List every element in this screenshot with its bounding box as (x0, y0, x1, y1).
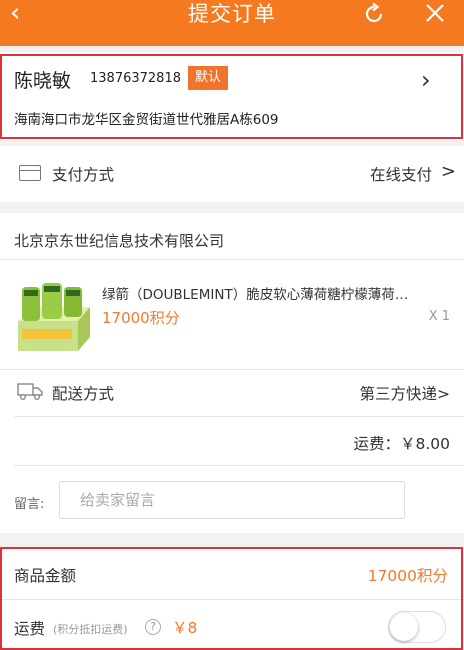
freight-note: (积分抵扣运费) (53, 623, 128, 636)
close-icon[interactable] (423, 2, 447, 26)
divider (14, 465, 464, 466)
shipping-method-label: 配送方式 (52, 385, 115, 403)
freight-fee: 运费：￥8.00 (353, 435, 450, 453)
payment-method-row[interactable]: 支付方式 在线支付 > (0, 146, 464, 202)
default-badge: 默认 (188, 66, 229, 90)
payment-method-value: 在线支付 (369, 166, 432, 184)
card-icon (19, 165, 41, 181)
address-detail: 海南海口市龙华区金贸街道世代雅居A栋609 (14, 112, 279, 128)
order-summary: 商品金额 17000积分 运费 (积分抵扣运费) ? ￥8 (0, 549, 464, 650)
recipient-name: 陈晓敏 (14, 70, 72, 92)
product-name[interactable]: 绿箭（DOUBLEMINT）脆皮软心薄荷糖柠檬薄荷… (102, 283, 447, 303)
product-points: 17000积分 (102, 309, 180, 327)
message-label: 留言: (14, 497, 45, 512)
freight-amount: ￥8 (172, 619, 198, 637)
refresh-icon[interactable] (362, 2, 388, 26)
help-icon[interactable]: ? (145, 619, 161, 635)
toggle-knob (390, 613, 418, 641)
shipping-method-value[interactable]: 第三方快递> (360, 382, 451, 404)
divider (0, 369, 464, 370)
divider (0, 599, 464, 600)
address-card[interactable]: 陈晓敏 13876372818 默认 › 海南海口市龙华区金贸街道世代雅居A栋6… (0, 52, 464, 140)
goods-amount-label: 商品金额 (14, 567, 77, 585)
divider (0, 259, 464, 260)
points-deduct-freight-toggle[interactable] (388, 611, 446, 643)
product-quantity: X 1 (428, 309, 450, 324)
freight-label: 运费 (14, 620, 46, 638)
message-to-seller-input[interactable] (59, 481, 405, 519)
payment-method-label: 支付方式 (52, 166, 115, 184)
product-image[interactable] (12, 277, 92, 357)
truck-icon (17, 383, 43, 400)
order-card: 北京京东世纪信息技术有限公司 绿箭（DOUBLEMINT）脆皮软心薄荷糖柠檬薄荷… (0, 213, 464, 533)
page-title: 提交订单 (188, 2, 276, 26)
shop-name: 北京京东世纪信息技术有限公司 (14, 232, 225, 250)
chevron-right-icon[interactable]: > (441, 161, 456, 182)
title-bar: ‹ 提交订单 (0, 0, 464, 46)
chevron-right-icon[interactable]: › (421, 66, 431, 94)
recipient-phone: 13876372818 (90, 71, 181, 86)
goods-amount-value: 17000积分 (367, 567, 448, 585)
divider (14, 416, 464, 417)
